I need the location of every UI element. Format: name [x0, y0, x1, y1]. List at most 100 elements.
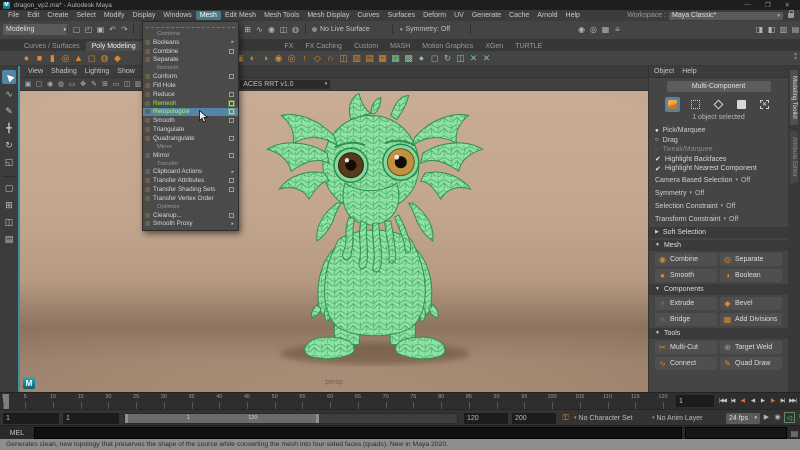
combine-shelf-icon[interactable]: ◉: [272, 52, 285, 65]
menu-item-quadrangulate[interactable]: Quadrangulate: [143, 134, 238, 143]
cylinder-shelf-icon[interactable]: ▮: [46, 52, 59, 65]
sphere-shelf-icon[interactable]: ●: [20, 52, 33, 65]
outliner-persp-layout[interactable]: ▤: [2, 232, 16, 246]
viewport-canvas[interactable]: persp M: [20, 91, 648, 394]
camera-attributes-icon[interactable]: ◉: [45, 79, 55, 89]
menu-surfaces[interactable]: Surfaces: [384, 11, 420, 20]
step-back-key-button[interactable]: ◀|: [738, 395, 747, 407]
quad-fill-shelf-icon[interactable]: ▦: [389, 52, 402, 65]
range-slider-track[interactable]: 1 120: [124, 412, 458, 424]
target-weld-button[interactable]: ⊕ Target Weld: [720, 340, 782, 354]
snap-curve-icon[interactable]: ∿: [254, 24, 265, 35]
dropdown-symmetry[interactable]: Symmetry ▾ Off: [655, 187, 782, 200]
ipr-render-icon[interactable]: ◎: [588, 24, 599, 35]
menu-item-transfer-attributes[interactable]: Transfer Attributes: [143, 176, 238, 185]
menu-item-separate[interactable]: Separate: [143, 56, 238, 65]
torus-shelf-icon[interactable]: ◎: [59, 52, 72, 65]
shelf-scroll-arrows[interactable]: ▲ ▼: [793, 52, 798, 62]
go-to-end-button[interactable]: ▶▶|: [788, 395, 797, 407]
face-mode-button[interactable]: [734, 97, 749, 112]
smooth-mesh-shelf-icon[interactable]: ●: [415, 52, 428, 65]
panel-menu-view[interactable]: View: [24, 68, 47, 75]
anim-layer-selector[interactable]: ▾ No Anim Layer: [652, 413, 702, 424]
image-plane-icon[interactable]: ▭: [67, 79, 77, 89]
menu-display[interactable]: Display: [128, 11, 159, 20]
menu-create[interactable]: Create: [43, 11, 72, 20]
edge-mode-button[interactable]: [711, 97, 726, 112]
playback-start-field[interactable]: 1: [63, 412, 119, 424]
menu-item-booleans[interactable]: Booleans ▸: [143, 38, 238, 47]
boolean-union-shelf-icon[interactable]: ◐: [246, 52, 259, 65]
section-mesh[interactable]: ▼ Mesh: [649, 239, 788, 251]
2d-pan-zoom-icon[interactable]: ✥: [78, 79, 88, 89]
subdiv-shelf-icon[interactable]: ▦: [376, 52, 389, 65]
play-backward-button[interactable]: ◀: [748, 395, 757, 407]
menu-file[interactable]: File: [4, 11, 23, 20]
quad-draw-button[interactable]: ✎ Quad Draw: [720, 356, 782, 370]
snap-grid-icon[interactable]: ⊞: [242, 24, 253, 35]
menu-tearoff-handle[interactable]: [146, 23, 235, 28]
bookmark-icon[interactable]: ◍: [56, 79, 66, 89]
character-set-selector[interactable]: ▾ No Character Set: [574, 413, 633, 424]
film-gate-icon[interactable]: ▭: [111, 79, 121, 89]
four-pane-layout[interactable]: ⊞: [2, 198, 16, 212]
object-mode-button[interactable]: [665, 96, 680, 112]
modeling-toolkit-toggle-icon[interactable]: ▤: [790, 24, 800, 35]
option-box[interactable]: [228, 99, 235, 107]
option-box[interactable]: [229, 187, 234, 193]
menu-help[interactable]: Help: [562, 11, 584, 20]
step-forward-key-button[interactable]: |▶: [768, 395, 777, 407]
lock-icon[interactable]: [788, 10, 794, 18]
dragon-model[interactable]: [20, 91, 648, 394]
checkbox-highlight-nearest-component[interactable]: ✔ Highlight Nearest Component: [655, 164, 782, 174]
panel-menu-show[interactable]: Show: [113, 68, 139, 75]
go-to-start-button[interactable]: |◀◀: [718, 395, 727, 407]
menu-edit-mesh[interactable]: Edit Mesh: [221, 11, 260, 20]
bridge-shelf-icon[interactable]: ∩: [324, 52, 337, 65]
multi-component-mode-button[interactable]: ✕: [757, 97, 772, 112]
shelf-tab-poly-modeling[interactable]: Poly Modeling: [85, 41, 142, 51]
option-box[interactable]: [228, 108, 235, 116]
multi-component-button[interactable]: Multi-Component: [666, 81, 771, 92]
redo-icon[interactable]: ↷: [119, 24, 130, 35]
scale-tool[interactable]: ◱: [2, 155, 16, 169]
menu-select[interactable]: Select: [72, 11, 99, 20]
vertex-mode-button[interactable]: [688, 97, 703, 112]
command-language-button[interactable]: MEL: [0, 430, 34, 437]
select-camera-icon[interactable]: ▣: [23, 79, 33, 89]
radio-drag[interactable]: ○ Drag: [655, 136, 782, 146]
lasso-tool[interactable]: ∿: [2, 87, 16, 101]
shelf-tab-mash[interactable]: MASH: [384, 41, 416, 51]
panel-menu-lighting[interactable]: Lighting: [81, 68, 114, 75]
menu-uv[interactable]: UV: [450, 11, 468, 20]
checkbox-highlight-backfaces[interactable]: ✔ Highlight Backfaces: [655, 155, 782, 165]
playblast-icon[interactable]: ▶: [762, 412, 771, 421]
command-output[interactable]: [685, 427, 788, 439]
snap-point-icon[interactable]: ◉: [266, 24, 277, 35]
boolean-button[interactable]: ◑ Boolean: [720, 268, 782, 282]
menu-windows[interactable]: Windows: [159, 11, 195, 20]
symmetry-selector[interactable]: ▾ Symmetry: Off: [400, 24, 450, 35]
combine-button[interactable]: ◉ Combine: [655, 252, 717, 266]
menu-item-smooth-proxy[interactable]: Smooth Proxy ▸: [143, 220, 238, 229]
split-pane-layout[interactable]: ◫: [2, 215, 16, 229]
bevel-shelf-icon[interactable]: ◇: [311, 52, 324, 65]
time-slider[interactable]: 1 5 10 15 20 25 30 35 40 45 50 55 60 65 70 75 80 85 90 95 10…: [0, 392, 800, 410]
extrude-button[interactable]: ↑ Extrude: [655, 296, 717, 310]
symmetrize-shelf-icon[interactable]: ◫: [454, 52, 467, 65]
attribute-editor-toggle-icon[interactable]: ◨: [754, 24, 765, 35]
render-settings-icon[interactable]: ▦: [600, 24, 611, 35]
panel-menu-shading[interactable]: Shading: [47, 68, 81, 75]
step-back-frame-button[interactable]: |◀: [728, 395, 737, 407]
plane-shelf-icon[interactable]: ◻: [85, 52, 98, 65]
rotate-tool[interactable]: ↻: [2, 138, 16, 152]
snap-plane-icon[interactable]: ◫: [278, 24, 289, 35]
shelf-tab-fx-caching[interactable]: FX Caching: [299, 41, 348, 51]
command-input[interactable]: [33, 427, 683, 439]
dropdown-selection-constraint[interactable]: Selection Constraint ▾ Off: [655, 200, 782, 213]
option-box[interactable]: [229, 118, 234, 124]
connect-button[interactable]: ∿ Connect: [655, 356, 717, 370]
option-box[interactable]: [229, 135, 234, 141]
paint-select-tool[interactable]: ✎: [2, 104, 16, 118]
disc-shelf-icon[interactable]: ◍: [98, 52, 111, 65]
